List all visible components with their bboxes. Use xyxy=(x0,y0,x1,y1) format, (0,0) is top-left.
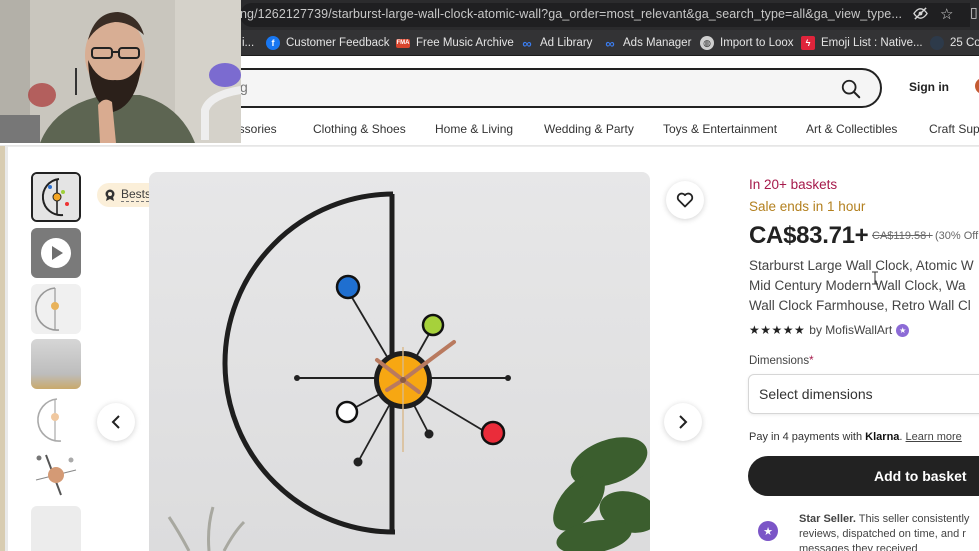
star-seller-icon: ★ xyxy=(758,521,778,541)
meta-icon: ∞ xyxy=(605,35,615,51)
starburst-clock-image xyxy=(167,191,650,551)
rating-row: ★★★★★ by MofisWallArt ★ xyxy=(749,323,910,337)
star-seller-text: reviews, dispatched on time, and r xyxy=(799,528,966,540)
webcam-overlay xyxy=(0,0,241,143)
screen: ng/1262127739/starburst-large-wall-clock… xyxy=(0,0,979,551)
product-title-line: Mid Century Modern Wall Clock, Wa xyxy=(749,278,966,293)
nav-wedding-party[interactable]: Wedding & Party xyxy=(544,122,634,136)
clock-thumbnail-image xyxy=(35,287,60,331)
sale-countdown: Sale ends in 1 hour xyxy=(749,199,866,214)
bookmark-ad-library[interactable]: ∞ Ad Library xyxy=(520,35,592,51)
nav-clothing-shoes[interactable]: Clothing & Shoes xyxy=(313,122,406,136)
chevron-right-icon xyxy=(679,415,688,429)
clock-thumbnail-image xyxy=(37,398,62,442)
page-edge-shadow xyxy=(5,146,8,551)
search-icon[interactable] xyxy=(840,78,862,100)
address-url[interactable]: ng/1262127739/starburst-large-wall-clock… xyxy=(240,7,902,21)
bolt-icon: ϟ xyxy=(801,36,815,50)
clock-thumbnail-image xyxy=(35,454,77,496)
shop-name-link[interactable]: by MofisWallArt xyxy=(809,323,892,337)
sign-in-link[interactable]: Sign in xyxy=(909,80,949,94)
facebook-icon: f xyxy=(266,36,280,50)
bookmark-truncated[interactable]: i... xyxy=(242,35,254,51)
required-asterisk: * xyxy=(809,355,814,367)
discount: (30% Off xyxy=(935,230,979,242)
star-seller-text: messages they received xyxy=(799,543,918,551)
bookmark-25-co[interactable]: 25 Co xyxy=(930,35,979,51)
price: CA$83.71+ xyxy=(749,222,869,249)
text-cursor-icon xyxy=(872,271,878,285)
eye-slash-icon[interactable] xyxy=(913,6,928,24)
previous-image-button[interactable] xyxy=(97,403,135,441)
product-title-line: Wall Clock Farmhouse, Retro Wall Cl xyxy=(749,298,971,313)
nav-craft-supplies[interactable]: Craft Sup xyxy=(929,122,979,136)
globe-icon: ◍ xyxy=(700,36,714,50)
webcam-person-image xyxy=(0,0,241,143)
search-input[interactable] xyxy=(200,68,882,108)
product-title-line: Starburst Large Wall Clock, Atomic W xyxy=(749,258,974,273)
thumbnail-6[interactable] xyxy=(31,450,81,500)
learn-more-link[interactable]: Learn more xyxy=(906,431,962,443)
nav-toys-entertainment[interactable]: Toys & Entertainment xyxy=(663,122,777,136)
dimensions-label: Dimensions* xyxy=(749,355,814,367)
thumbnail-7[interactable] xyxy=(31,506,81,551)
original-price: CA$119.58+ xyxy=(872,230,933,242)
heart-icon xyxy=(676,192,694,208)
basket-count: In 20+ baskets xyxy=(749,177,838,192)
nav-home-living[interactable]: Home & Living xyxy=(435,122,513,136)
fma-icon: FMA xyxy=(396,38,410,48)
thumbnail-video[interactable] xyxy=(31,228,81,278)
play-icon xyxy=(41,238,71,268)
header-divider xyxy=(8,146,979,147)
klarna-brand: Klarna xyxy=(865,431,900,443)
add-to-basket-label[interactable]: Add to basket xyxy=(874,468,967,484)
thumbnail-1[interactable] xyxy=(31,172,81,222)
search-text[interactable]: g xyxy=(240,79,248,95)
dimensions-select-value[interactable]: Select dimensions xyxy=(759,386,873,402)
extension-icon[interactable]: ▯ xyxy=(970,4,978,21)
product-main-image[interactable] xyxy=(149,172,650,551)
bookmark-emoji-list[interactable]: ϟ Emoji List : Native... xyxy=(801,35,923,51)
star-seller-text: Star Seller. This seller consistently xyxy=(799,513,970,525)
thumbnail-3[interactable] xyxy=(31,284,81,334)
thumbnail-4[interactable] xyxy=(31,339,81,389)
bookmark-customer-feedback[interactable]: f Customer Feedback xyxy=(266,35,390,51)
meta-icon: ∞ xyxy=(522,35,532,51)
bookmark-free-music-archive[interactable]: FMA Free Music Archive xyxy=(396,35,514,51)
award-icon xyxy=(105,189,115,201)
bookmark-star-icon[interactable]: ☆ xyxy=(940,5,953,23)
clock-thumbnail-image xyxy=(33,174,79,220)
site-icon xyxy=(930,36,944,50)
thumbnail-5[interactable] xyxy=(31,395,81,445)
bookmark-import-to-loox[interactable]: ◍ Import to Loox xyxy=(700,35,794,51)
chevron-left-icon xyxy=(111,415,120,429)
favorite-button[interactable] xyxy=(666,181,704,219)
next-image-button[interactable] xyxy=(664,403,702,441)
star-seller-badge-icon: ★ xyxy=(896,323,910,337)
rating-stars[interactable]: ★★★★★ xyxy=(749,323,805,337)
nav-art-collectibles[interactable]: Art & Collectibles xyxy=(806,122,897,136)
klarna-message: Pay in 4 payments with Klarna. Learn mor… xyxy=(749,431,962,443)
bookmark-ads-manager[interactable]: ∞ Ads Manager xyxy=(603,35,691,51)
